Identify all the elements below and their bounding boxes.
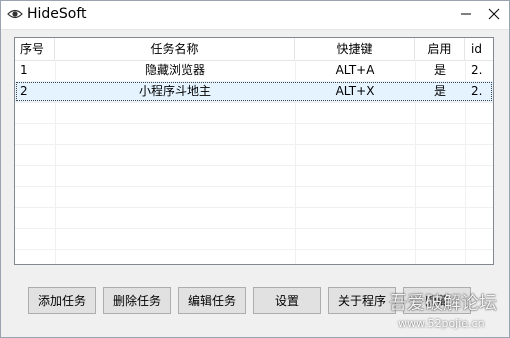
grid-line — [15, 165, 493, 166]
about-button[interactable]: 关于程序 — [328, 287, 396, 314]
close-button[interactable] — [479, 1, 509, 27]
watermark-text: 吾爱破解论坛 — [389, 293, 497, 314]
row-id: 2. — [471, 84, 483, 98]
grid-line — [15, 207, 493, 208]
column-header-id[interactable]: id — [465, 38, 493, 60]
row-task-name: 隐藏浏览器 — [144, 63, 205, 77]
row-enabled: 是 — [433, 63, 446, 77]
column-header-name[interactable]: 任务名称 — [55, 38, 295, 60]
close-icon — [488, 8, 500, 20]
minimize-button[interactable] — [451, 1, 481, 27]
grid-line — [15, 144, 493, 145]
row-enabled: 是 — [433, 84, 446, 98]
title-bar[interactable]: HideSoft — [1, 1, 509, 30]
grid-line — [15, 249, 493, 250]
column-header-index[interactable]: 序号 — [15, 38, 55, 60]
column-header-hotkey[interactable]: 快捷键 — [295, 38, 415, 60]
main-window: HideSoft 序号 任务名称 快捷键 启用 id 1 隐藏浏览器 ALT+A… — [0, 0, 510, 338]
table-row[interactable]: 1 隐藏浏览器 ALT+A 是 2. — [15, 60, 493, 81]
row-hotkey: ALT+A — [335, 63, 375, 77]
table-row-selected[interactable]: 2 小程序斗地主 ALT+X 是 2. — [15, 81, 493, 102]
delete-task-button[interactable]: 删除任务 — [103, 287, 171, 314]
row-index: 1 — [20, 63, 28, 77]
grid-line — [15, 186, 493, 187]
eye-icon — [7, 6, 23, 22]
grid-line — [15, 228, 493, 229]
edit-task-button[interactable]: 编辑任务 — [178, 287, 246, 314]
settings-button[interactable]: 设置 — [253, 287, 321, 314]
watermark-url: www.52pojie.cn — [398, 317, 485, 330]
row-task-name: 小程序斗地主 — [138, 84, 211, 98]
grid-line — [15, 123, 493, 124]
grid-line — [15, 102, 493, 103]
row-index: 2 — [20, 84, 28, 98]
column-header-enabled[interactable]: 启用 — [415, 38, 465, 60]
row-hotkey: ALT+X — [335, 84, 375, 98]
window-title: HideSoft — [27, 6, 87, 22]
add-task-button[interactable]: 添加任务 — [28, 287, 96, 314]
list-header: 序号 任务名称 快捷键 启用 id — [15, 38, 493, 61]
row-id: 2. — [471, 63, 483, 77]
task-list[interactable]: 序号 任务名称 快捷键 启用 id 1 隐藏浏览器 ALT+A 是 2. 2 小… — [14, 37, 494, 265]
